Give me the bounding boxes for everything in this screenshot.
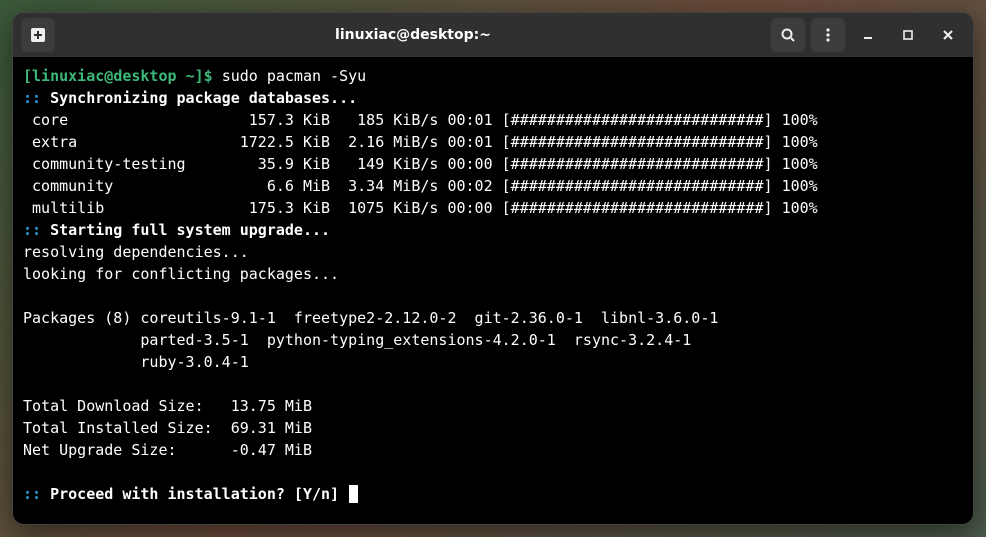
prompt-open: [ bbox=[23, 67, 32, 85]
maximize-icon bbox=[900, 27, 916, 43]
proceed-prompt: Proceed with installation? [Y/n] bbox=[50, 485, 339, 503]
prompt-symbol: $ bbox=[204, 67, 213, 85]
repo-download-lines: core 157.3 KiB 185 KiB/s 00:01 [########… bbox=[23, 111, 818, 217]
titlebar: linuxiac@desktop:~ bbox=[13, 13, 973, 57]
packages-line1: coreutils-9.1-1 freetype2-2.12.0-2 git-2… bbox=[140, 309, 718, 327]
terminal-body[interactable]: [linuxiac@desktop ~]$ sudo pacman -Syu :… bbox=[13, 57, 973, 524]
cursor bbox=[349, 485, 358, 503]
search-button[interactable] bbox=[771, 18, 805, 52]
maximize-button[interactable] bbox=[891, 18, 925, 52]
menu-icon bbox=[820, 27, 836, 43]
total-installed-label: Total Installed Size: bbox=[23, 419, 231, 437]
total-download-value: 13.75 MiB bbox=[231, 397, 312, 415]
terminal-content: [linuxiac@desktop ~]$ sudo pacman -Syu :… bbox=[23, 65, 963, 505]
minimize-button[interactable] bbox=[851, 18, 885, 52]
net-upgrade-value: -0.47 MiB bbox=[231, 441, 312, 459]
packages-line2: parted-3.5-1 python-typing_extensions-4.… bbox=[140, 331, 691, 349]
search-icon bbox=[780, 27, 796, 43]
looking-text: looking for conflicting packages... bbox=[23, 265, 339, 283]
prompt-path: ~ bbox=[186, 67, 195, 85]
terminal-window: linuxiac@desktop:~ bbox=[12, 12, 974, 525]
total-installed-value: 69.31 MiB bbox=[231, 419, 312, 437]
close-icon bbox=[940, 27, 956, 43]
packages-line3: ruby-3.0.4-1 bbox=[140, 353, 248, 371]
total-download-label: Total Download Size: bbox=[23, 397, 231, 415]
command-text: sudo pacman -Syu bbox=[222, 67, 367, 85]
packages-label: Packages (8) bbox=[23, 309, 131, 327]
net-upgrade-label: Net Upgrade Size: bbox=[23, 441, 231, 459]
window-title: linuxiac@desktop:~ bbox=[61, 27, 765, 43]
prompt-close: ] bbox=[195, 67, 204, 85]
resolving-text: resolving dependencies... bbox=[23, 243, 249, 261]
close-button[interactable] bbox=[931, 18, 965, 52]
prompt-host: desktop bbox=[113, 67, 176, 85]
prompt-user: linuxiac bbox=[32, 67, 104, 85]
minimize-icon bbox=[860, 27, 876, 43]
upgrade-header: Starting full system upgrade... bbox=[50, 221, 330, 239]
new-tab-icon bbox=[30, 27, 46, 43]
new-tab-button[interactable] bbox=[21, 18, 55, 52]
menu-button[interactable] bbox=[811, 18, 845, 52]
sync-header: Synchronizing package databases... bbox=[50, 89, 357, 107]
